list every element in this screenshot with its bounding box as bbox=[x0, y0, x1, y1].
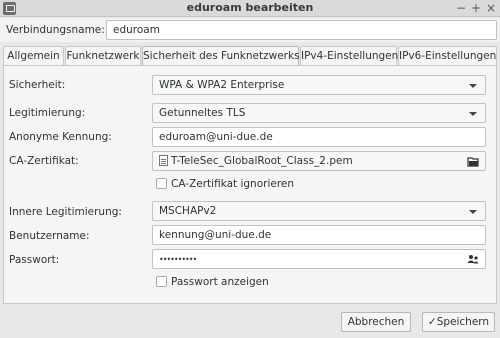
anonymous-identity-label: Anonyme Kennung: bbox=[9, 131, 112, 143]
show-password-checkbox[interactable]: Passwort anzeigen bbox=[156, 276, 269, 288]
connection-name-input[interactable]: eduroam bbox=[106, 20, 497, 40]
tab-ipv6[interactable]: IPv6-Einstellungen bbox=[398, 46, 497, 66]
tab-ipv4[interactable]: IPv4-Einstellungen bbox=[300, 46, 398, 66]
inner-auth-label: Innere Legitimierung: bbox=[9, 206, 122, 218]
username-input[interactable]: kennung@uni-due.de bbox=[152, 225, 486, 245]
connection-name-label: Verbindungsname: bbox=[6, 24, 105, 36]
edit-connection-window: eduroam bearbeiten − + × Verbindungsname… bbox=[0, 0, 500, 338]
chevron-down-icon bbox=[469, 84, 477, 88]
auth-select-value: Getunneltes TLS bbox=[159, 107, 246, 119]
certificate-file-icon bbox=[159, 155, 168, 166]
folder-open-icon[interactable] bbox=[467, 155, 479, 167]
auth-label: Legitimierung: bbox=[9, 107, 86, 119]
username-label: Benutzername: bbox=[9, 230, 90, 242]
chevron-down-icon bbox=[469, 210, 477, 214]
chevron-down-icon bbox=[469, 112, 477, 116]
auth-select[interactable]: Getunneltes TLS bbox=[152, 103, 486, 123]
window-title: eduroam bearbeiten bbox=[186, 1, 314, 14]
tab-bar: Allgemein Funknetzwerk Sicherheit des Fu… bbox=[3, 46, 497, 67]
ca-ignore-label: CA-Zertifikat ignorieren bbox=[171, 178, 295, 190]
tab-wifi[interactable]: Funknetzwerk bbox=[65, 46, 141, 66]
user-select-icon[interactable] bbox=[467, 253, 479, 265]
security-label: Sicherheit: bbox=[9, 79, 66, 91]
checkbox-box[interactable] bbox=[156, 276, 167, 287]
password-label: Passwort: bbox=[9, 254, 60, 266]
ca-certificate-label: CA-Zertifikat: bbox=[9, 155, 79, 167]
save-button-label: Speichern bbox=[436, 316, 490, 328]
inner-auth-select-value: MSCHAPv2 bbox=[159, 205, 217, 217]
password-value: •••••••••• bbox=[159, 255, 197, 264]
ca-certificate-value: T-TeleSec_GlobalRoot_Class_2.pem bbox=[171, 155, 353, 167]
ca-ignore-checkbox[interactable]: CA-Zertifikat ignorieren bbox=[156, 178, 294, 190]
security-select[interactable]: WPA & WPA2 Enterprise bbox=[152, 75, 486, 95]
anonymous-identity-input[interactable]: eduroam@uni-due.de bbox=[152, 127, 486, 147]
maximize-button[interactable]: + bbox=[471, 0, 481, 17]
security-select-value: WPA & WPA2 Enterprise bbox=[159, 79, 285, 91]
password-input[interactable]: •••••••••• bbox=[152, 249, 486, 269]
minimize-button[interactable]: − bbox=[456, 0, 466, 17]
tab-general[interactable]: Allgemein bbox=[3, 46, 64, 66]
tab-wifi-security[interactable]: Sicherheit des Funknetzwerks bbox=[142, 46, 300, 67]
ca-certificate-chooser[interactable]: T-TeleSec_GlobalRoot_Class_2.pem bbox=[152, 151, 486, 171]
show-password-label: Passwort anzeigen bbox=[171, 276, 269, 288]
title-bar[interactable]: eduroam bearbeiten − + × bbox=[0, 0, 500, 17]
cancel-button[interactable]: Abbrechen bbox=[341, 312, 411, 332]
save-button[interactable]: ✓Speichern bbox=[422, 312, 495, 332]
close-button[interactable]: × bbox=[486, 0, 496, 17]
check-icon: ✓ bbox=[427, 316, 437, 328]
checkbox-box[interactable] bbox=[156, 178, 167, 189]
inner-auth-select[interactable]: MSCHAPv2 bbox=[152, 201, 486, 221]
connection-name-row: Verbindungsname: eduroam bbox=[0, 18, 500, 42]
